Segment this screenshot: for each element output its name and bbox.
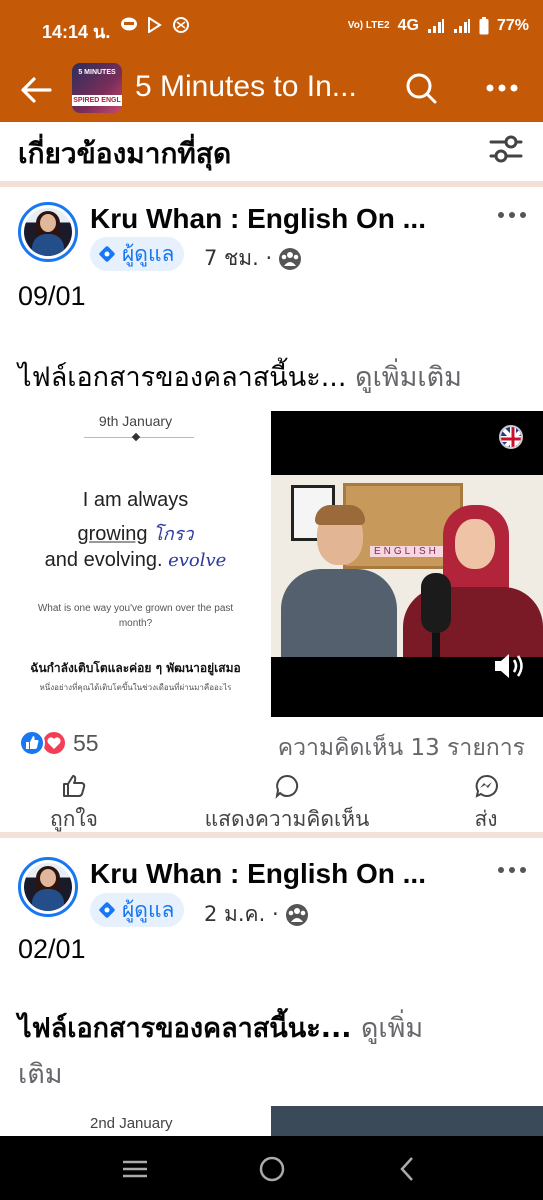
uk-flag-icon [499, 425, 523, 449]
lesson-line-2-handwriting: โกรว [153, 524, 194, 545]
post-body: ไฟล์เอกสารของคลาสนี้นะ... ดูเพิ่ม [18, 1006, 528, 1052]
members-audience-icon [285, 903, 308, 926]
like-button[interactable]: ถูกใจ [44, 773, 104, 836]
lesson-question: What is one way you've grown over the pa… [37, 603, 234, 629]
sort-label[interactable]: เกี่ยวข้องมากที่สุด [18, 132, 231, 176]
comment-bubble-icon [275, 774, 299, 799]
filter-sliders-icon[interactable] [489, 134, 523, 164]
reaction-icons [19, 730, 67, 756]
lesson-line-3-text: and evolving. [44, 549, 163, 571]
author-avatar[interactable] [18, 857, 78, 917]
see-more-link-cont[interactable]: เติม [18, 1059, 63, 1090]
back-nav-icon[interactable] [393, 1154, 423, 1184]
post-actions: ถูกใจ แสดงความคิดเห็น ส่ง [0, 767, 543, 837]
post-meta: 2 ม.ค. · [204, 898, 309, 931]
volte-indicator: Vo) LTE2 [347, 20, 390, 31]
post-time[interactable]: 2 ม.ค. · [204, 898, 279, 931]
admin-badge-icon [99, 246, 115, 262]
status-right: Vo) LTE2 4G 77% [348, 17, 529, 35]
battery-percent: 77% [496, 17, 529, 34]
group-title[interactable]: 5 Minutes to In... [135, 70, 357, 104]
post-more-icon[interactable] [495, 207, 529, 223]
network-type: 4G [397, 17, 419, 34]
line-app-icon [120, 17, 137, 33]
signal-icon [427, 19, 444, 33]
lesson-line-3-handwriting: evolve [168, 550, 227, 571]
send-label: ส่ง [474, 807, 498, 831]
video-preview [271, 1106, 543, 1136]
comment-button[interactable]: แสดงความคิดเห็น [192, 773, 382, 836]
video-frame: ENGLISH [271, 475, 543, 657]
microphone [421, 573, 451, 633]
lesson-date: 9th January [98, 413, 173, 429]
group-thumbnail[interactable]: 5 MINUTES SPIRED ENGL [72, 63, 122, 113]
like-label: ถูกใจ [50, 807, 98, 831]
more-options-icon[interactable] [482, 78, 522, 98]
lesson-line-1: I am always [82, 489, 189, 511]
post-card: Kru Whan : English On ... ผู้ดูแล 2 ม.ค.… [0, 838, 543, 1106]
post-2-media-preview[interactable]: 2nd January [0, 1106, 543, 1136]
lesson-card-image: 9th January I am always growing โกรว and… [0, 411, 271, 717]
home-icon[interactable] [257, 1154, 287, 1184]
translate-app-icon [172, 17, 189, 33]
comment-label: แสดงความคิดเห็น [204, 807, 370, 831]
admin-badge-label: ผู้ดูแล [122, 897, 175, 922]
status-bar: 14:14 น. Vo) LTE2 4G 77% [0, 0, 543, 56]
comment-count[interactable]: ความคิดเห็น 13 รายการ [278, 730, 525, 766]
post-more-icon[interactable] [495, 862, 529, 878]
lesson-line-3: and evolving. evolve [0, 549, 271, 572]
search-icon[interactable] [404, 71, 438, 105]
messenger-icon [475, 774, 498, 798]
volume-icon[interactable] [493, 651, 527, 681]
post-author[interactable]: Kru Whan : English On ... [90, 203, 426, 235]
post-body-text: ไฟล์เอกสารของคลาสนี้นะ... [18, 1013, 352, 1044]
sort-section: เกี่ยวข้องมากที่สุด [0, 122, 543, 182]
admin-badge-label: ผู้ดูแล [122, 241, 175, 266]
post-card: Kru Whan : English On ... ผู้ดูแล 7 ชม. … [0, 187, 543, 832]
post-meta: 7 ชม. · [204, 242, 302, 275]
post-author[interactable]: Kru Whan : English On ... [90, 858, 426, 890]
android-nav-bar [0, 1136, 543, 1200]
lesson-date: 2nd January [90, 1115, 173, 1132]
see-more-wrap: เติม [18, 1052, 528, 1098]
status-time: 14:14 น. [42, 22, 111, 42]
video-player[interactable]: ENGLISH [271, 411, 543, 717]
admin-badge-icon [99, 902, 115, 918]
admin-badge: ผู้ดูแล [90, 237, 185, 271]
see-more-link[interactable]: ดูเพิ่ม [361, 1013, 423, 1044]
see-more-link[interactable]: ดูเพิ่มเติม [355, 362, 462, 393]
send-button[interactable]: ส่ง [466, 773, 506, 836]
post-body: ไฟล์เอกสารของคลาสนี้นะ... ดูเพิ่มเติม [18, 355, 528, 401]
signal-icon-2 [453, 19, 470, 33]
presenter-man [281, 505, 397, 657]
post-date-text: 02/01 [18, 934, 86, 964]
post-date-text: 09/01 [18, 281, 86, 311]
notification-icons [120, 16, 189, 34]
lesson-thai-2: หนึ่งอย่างที่คุณได้เติบโตขึ้นในช่วงเดือน… [39, 683, 232, 692]
back-arrow-icon[interactable] [18, 72, 54, 108]
thumbnail-text-banner: SPIRED ENGL [72, 95, 122, 106]
reaction-count: 55 [73, 730, 99, 756]
play-store-icon [146, 16, 162, 34]
lesson-rule-diamond [131, 432, 141, 442]
battery-icon [479, 17, 489, 35]
admin-badge: ผู้ดูแล [90, 893, 185, 927]
post-video[interactable]: 9th January I am always growing โกรว and… [0, 411, 543, 717]
lesson-line-2: growing โกรว [0, 519, 271, 548]
members-audience-icon [279, 247, 302, 270]
thumbnail-text-top: 5 MINUTES [78, 69, 116, 76]
post-time[interactable]: 7 ชม. · [204, 242, 272, 275]
thumbs-up-icon [63, 775, 86, 797]
lesson-thai-1: ฉันกำลังเติบโตและค่อย ๆ พัฒนาอยู่เสมอ [30, 661, 241, 675]
author-avatar[interactable] [18, 202, 78, 262]
app-header: 5 MINUTES SPIRED ENGL 5 Minutes to In... [0, 56, 543, 122]
post-body-text: ไฟล์เอกสารของคลาสนี้นะ... [18, 362, 347, 393]
lesson-line-2-text: growing [77, 523, 148, 545]
reaction-summary[interactable]: 55 ความคิดเห็น 13 รายการ [0, 718, 543, 770]
recent-apps-icon[interactable] [120, 1154, 150, 1184]
